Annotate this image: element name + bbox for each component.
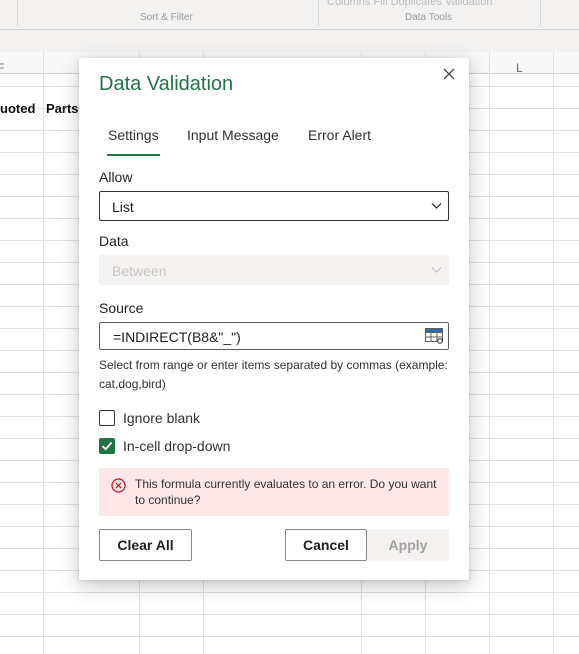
apply-button: Apply <box>367 529 449 561</box>
ribbon-group-sort-filter: Sort & Filter <box>140 12 193 23</box>
in-cell-dropdown-label: In-cell drop-down <box>123 438 231 454</box>
allow-label: Allow <box>99 169 133 185</box>
ignore-blank-checkbox[interactable]: Ignore blank <box>99 409 219 427</box>
ribbon-separator <box>540 0 541 26</box>
range-select-icon[interactable] <box>425 328 443 344</box>
gridline <box>489 52 490 654</box>
checkbox-box[interactable] <box>99 438 115 454</box>
data-validation-dialog: Data Validation Settings Input Message E… <box>79 58 469 580</box>
tab-input-message[interactable]: Input Message <box>187 127 279 143</box>
column-letter-f[interactable]: F <box>0 61 4 75</box>
source-hint: Select from range or enter items separat… <box>99 358 448 391</box>
clear-all-button[interactable]: Clear All <box>99 529 192 561</box>
in-cell-dropdown-checkbox[interactable]: In-cell drop-down <box>99 437 249 455</box>
close-icon[interactable] <box>439 66 459 86</box>
error-message-text: This formula currently evaluates to an e… <box>135 477 437 507</box>
checkbox-box[interactable] <box>99 410 115 426</box>
data-label: Data <box>99 233 129 249</box>
gridline <box>553 52 554 654</box>
ribbon-separator <box>318 0 319 26</box>
data-dropdown: Between <box>99 255 449 285</box>
ribbon-partial-buttons[interactable]: Columns Fill Duplicates Validation <box>327 0 492 8</box>
tab-error-alert[interactable]: Error Alert <box>308 127 371 143</box>
dialog-title: Data Validation <box>99 73 234 95</box>
data-value: Between <box>112 263 167 279</box>
tab-list: Settings Input Message Error Alert <box>99 124 449 158</box>
header-cell-parts[interactable]: Parts <box>46 101 79 116</box>
source-label: Source <box>99 300 144 316</box>
active-tab-indicator <box>107 154 160 156</box>
source-value: =INDIRECT(B8&"_") <box>113 329 241 345</box>
error-message-bar: This formula currently evaluates to an e… <box>99 468 449 516</box>
source-input[interactable]: =INDIRECT(B8&"_") <box>99 322 449 350</box>
header-cell-quoted[interactable]: uoted <box>0 101 35 116</box>
formula-area <box>0 30 579 52</box>
allow-dropdown[interactable]: List <box>99 191 449 221</box>
ignore-blank-label: Ignore blank <box>123 410 201 426</box>
ribbon: Columns Fill Duplicates Validation Sort … <box>0 0 579 30</box>
gridline <box>43 52 44 654</box>
tab-settings[interactable]: Settings <box>108 127 159 143</box>
ribbon-separator <box>17 0 18 26</box>
column-letter-l[interactable]: L <box>516 61 523 75</box>
cancel-button[interactable]: Cancel <box>285 529 367 561</box>
checkmark-icon <box>101 441 113 451</box>
ribbon-group-data-tools: Data Tools <box>405 12 453 23</box>
chevron-down-icon <box>431 203 442 209</box>
chevron-down-icon <box>431 267 442 273</box>
error-circle-icon <box>111 478 126 493</box>
allow-value: List <box>112 199 134 215</box>
